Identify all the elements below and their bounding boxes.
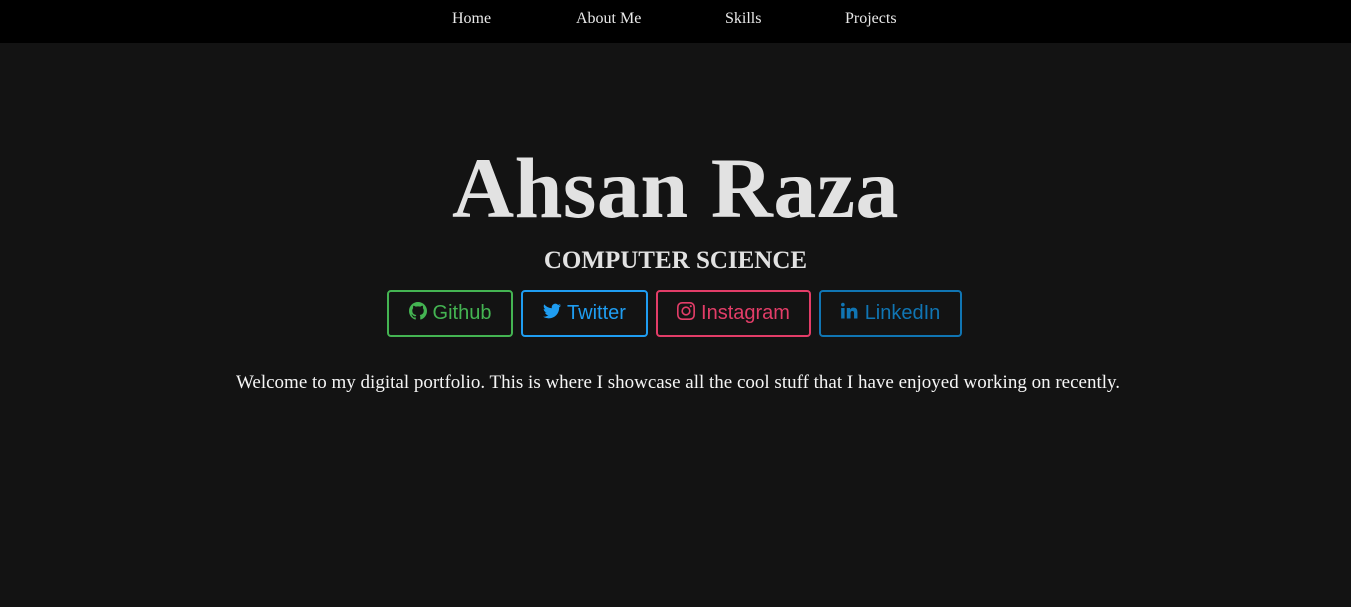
github-button[interactable]: Github [387, 290, 513, 337]
instagram-label: Instagram [701, 302, 790, 324]
linkedin-icon [840, 302, 859, 326]
github-icon [408, 301, 427, 326]
nav-link-projects[interactable]: Projects [845, 10, 897, 28]
hero-name: Ahsan Raza [451, 140, 899, 236]
twitter-button[interactable]: Twitter [521, 290, 648, 337]
github-label: Github [432, 302, 492, 324]
linkedin-button[interactable]: LinkedIn [819, 290, 962, 337]
linkedin-label: LinkedIn [864, 302, 941, 324]
twitter-icon [543, 302, 562, 326]
twitter-label: Twitter [567, 302, 626, 324]
instagram-icon [677, 301, 696, 326]
hero-section: Ahsan Raza COMPUTER SCIENCE Github Twitt… [0, 43, 1351, 607]
intro-text: Welcome to my digital portfolio. This is… [235, 372, 1121, 393]
nav-link-skills[interactable]: Skills [725, 10, 761, 28]
instagram-button[interactable]: Instagram [656, 290, 811, 337]
hero-subtitle: COMPUTER SCIENCE [543, 247, 808, 274]
nav-link-about-me[interactable]: About Me [576, 10, 641, 28]
nav-link-home[interactable]: Home [452, 10, 491, 28]
navbar: Home About Me Skills Projects [0, 0, 1351, 43]
